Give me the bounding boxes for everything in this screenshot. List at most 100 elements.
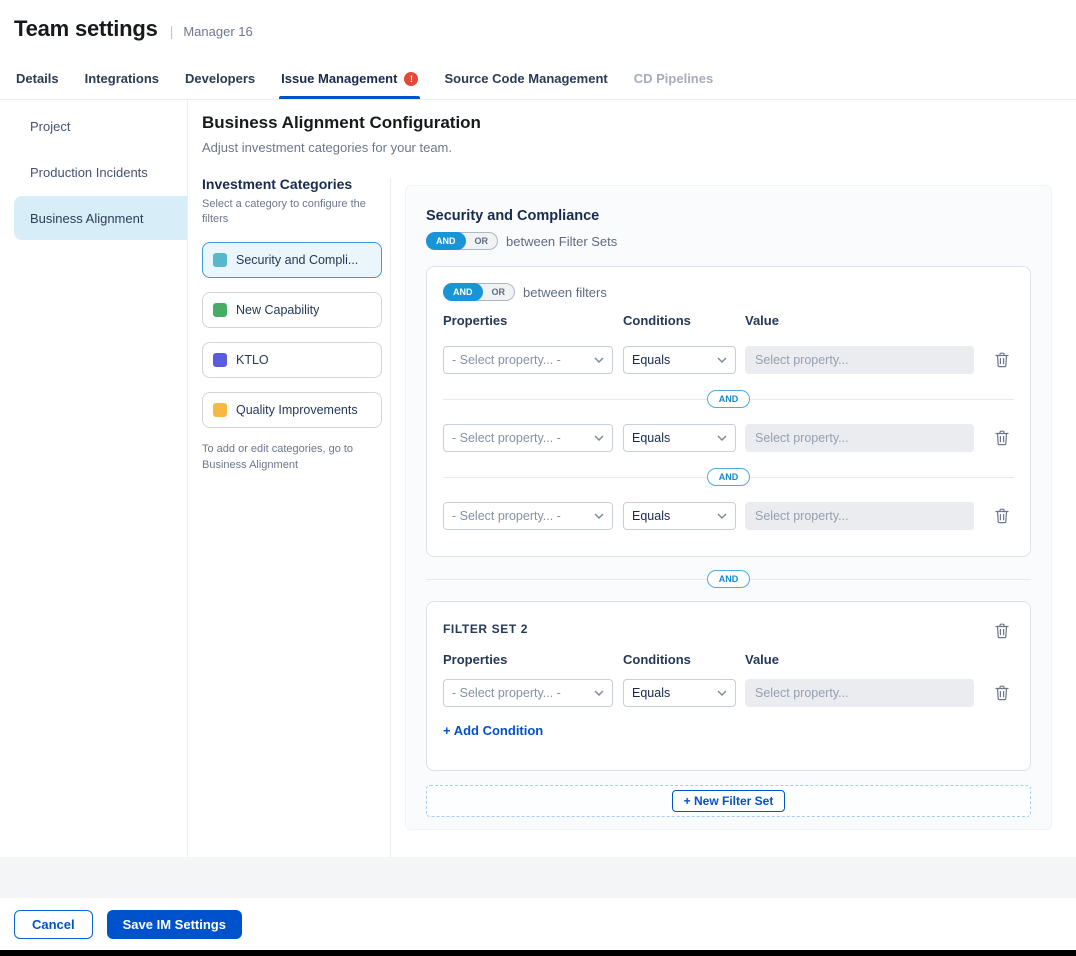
between-filters-label: between filters xyxy=(523,285,607,300)
content-area: Project Production Incidents Business Al… xyxy=(0,100,1076,857)
and-connector-between-sets: AND xyxy=(426,557,1031,601)
tab-details[interactable]: Details xyxy=(16,58,59,99)
filter-row: - Select property... - Equals xyxy=(443,424,1014,452)
sidebar-item-business-alignment[interactable]: Business Alignment xyxy=(14,196,187,240)
add-condition-button[interactable]: + Add Condition xyxy=(443,723,543,738)
tab-source-code-management[interactable]: Source Code Management xyxy=(444,58,607,99)
section-title: Business Alignment Configuration xyxy=(202,113,481,133)
category-security-and-compliance[interactable]: Security and Compli... xyxy=(202,242,382,278)
and-connector-pill: AND xyxy=(707,390,751,408)
and-connector: AND xyxy=(443,374,1014,424)
trash-icon xyxy=(995,685,1009,701)
section-heading: Business Alignment Configuration Adjust … xyxy=(202,113,481,155)
and-connector-pill: AND xyxy=(707,570,751,588)
and-connector-pill: AND xyxy=(707,468,751,486)
and-option[interactable]: AND xyxy=(443,283,483,301)
chevron-down-icon xyxy=(717,357,727,363)
value-input[interactable] xyxy=(745,679,974,707)
properties-header: Properties xyxy=(443,313,623,328)
property-select[interactable]: - Select property... - xyxy=(443,679,613,707)
delete-filter-button[interactable] xyxy=(990,425,1014,451)
filter-set-2-card: FILTER SET 2 Properties Conditions Value… xyxy=(426,601,1031,771)
trash-icon xyxy=(995,508,1009,524)
chevron-down-icon xyxy=(594,690,604,696)
tab-developers[interactable]: Developers xyxy=(185,58,255,99)
filter-row: - Select property... - Equals xyxy=(443,502,1014,530)
and-or-toggle[interactable]: AND OR xyxy=(426,232,498,250)
selected-category-title: Security and Compliance xyxy=(426,208,1031,224)
filter-set-1-card: AND OR between filters Properties Condit… xyxy=(426,266,1031,557)
page-title: Team settings xyxy=(14,16,158,42)
tab-bar: Details Integrations Developers Issue Ma… xyxy=(0,58,1076,100)
condition-select[interactable]: Equals xyxy=(623,502,736,530)
category-color-swatch xyxy=(213,403,227,417)
category-quality-improvements[interactable]: Quality Improvements xyxy=(202,392,382,428)
and-option[interactable]: AND xyxy=(426,232,466,250)
column-headers: Properties Conditions Value xyxy=(443,652,1014,667)
condition-select[interactable]: Equals xyxy=(623,346,736,374)
sidebar-item-project[interactable]: Project xyxy=(14,104,187,148)
delete-filter-button[interactable] xyxy=(990,503,1014,529)
cancel-button[interactable]: Cancel xyxy=(14,910,93,939)
investment-categories: Investment Categories Select a category … xyxy=(202,176,390,474)
chevron-down-icon xyxy=(594,357,604,363)
category-color-swatch xyxy=(213,253,227,267)
value-input[interactable] xyxy=(745,502,974,530)
condition-select[interactable]: Equals xyxy=(623,424,736,452)
between-filter-sets-label: between Filter Sets xyxy=(506,234,617,249)
section-subtitle: Adjust investment categories for your te… xyxy=(202,140,481,155)
chevron-down-icon xyxy=(717,513,727,519)
save-button[interactable]: Save IM Settings xyxy=(107,910,242,939)
warning-icon: ! xyxy=(404,72,418,86)
chevron-down-icon xyxy=(717,690,727,696)
page-header: Team settings | Manager 16 xyxy=(0,0,1076,58)
tab-issue-management[interactable]: Issue Management ! xyxy=(281,58,418,99)
filter-row: - Select property... - Equals xyxy=(443,679,1014,707)
team-settings-page: Team settings | Manager 16 Details Integ… xyxy=(0,0,1076,956)
chevron-down-icon xyxy=(717,435,727,441)
sidebar-item-production-incidents[interactable]: Production Incidents xyxy=(14,150,187,194)
or-option[interactable]: OR xyxy=(483,287,515,297)
new-filter-set-button[interactable]: + New Filter Set xyxy=(672,790,786,812)
category-color-swatch xyxy=(213,303,227,317)
value-header: Value xyxy=(745,652,990,667)
or-option[interactable]: OR xyxy=(466,236,498,246)
properties-header: Properties xyxy=(443,652,623,667)
value-header: Value xyxy=(745,313,990,328)
categories-footnote: To add or edit categories, go to Busines… xyxy=(202,441,378,474)
filter-sets-operator-row: AND OR between Filter Sets xyxy=(426,232,1031,250)
footer-actions: Cancel Save IM Settings xyxy=(0,898,1076,950)
delete-filter-button[interactable] xyxy=(990,680,1014,706)
conditions-header: Conditions xyxy=(623,313,745,328)
tab-integrations[interactable]: Integrations xyxy=(85,58,159,99)
tab-cd-pipelines: CD Pipelines xyxy=(634,58,713,99)
value-input[interactable] xyxy=(745,424,974,452)
new-filter-set-area: + New Filter Set xyxy=(426,785,1031,817)
property-select[interactable]: - Select property... - xyxy=(443,502,613,530)
filter-set-2-header: FILTER SET 2 xyxy=(443,618,1014,644)
settings-sidebar: Project Production Incidents Business Al… xyxy=(0,100,188,857)
delete-filter-set-button[interactable] xyxy=(990,618,1014,644)
filter-row: - Select property... - Equals xyxy=(443,346,1014,374)
category-ktlo[interactable]: KTLO xyxy=(202,342,382,378)
property-select[interactable]: - Select property... - xyxy=(443,346,613,374)
value-input[interactable] xyxy=(745,346,974,374)
categories-subtitle: Select a category to configure the filte… xyxy=(202,197,378,228)
title-divider: | xyxy=(170,23,174,39)
column-headers: Properties Conditions Value xyxy=(443,313,1014,328)
and-connector: AND xyxy=(443,452,1014,502)
conditions-header: Conditions xyxy=(623,652,745,667)
condition-select[interactable]: Equals xyxy=(623,679,736,707)
categories-title: Investment Categories xyxy=(202,176,390,192)
bottom-bar xyxy=(0,950,1076,956)
filter-set-2-title: FILTER SET 2 xyxy=(443,622,528,636)
trash-icon xyxy=(995,430,1009,446)
category-new-capability[interactable]: New Capability xyxy=(202,292,382,328)
content-gap xyxy=(0,857,1076,898)
delete-filter-button[interactable] xyxy=(990,347,1014,373)
and-or-toggle[interactable]: AND OR xyxy=(443,283,515,301)
filters-operator-row: AND OR between filters xyxy=(443,283,1014,301)
chevron-down-icon xyxy=(594,435,604,441)
property-select[interactable]: - Select property... - xyxy=(443,424,613,452)
manager-label: Manager 16 xyxy=(183,24,252,39)
